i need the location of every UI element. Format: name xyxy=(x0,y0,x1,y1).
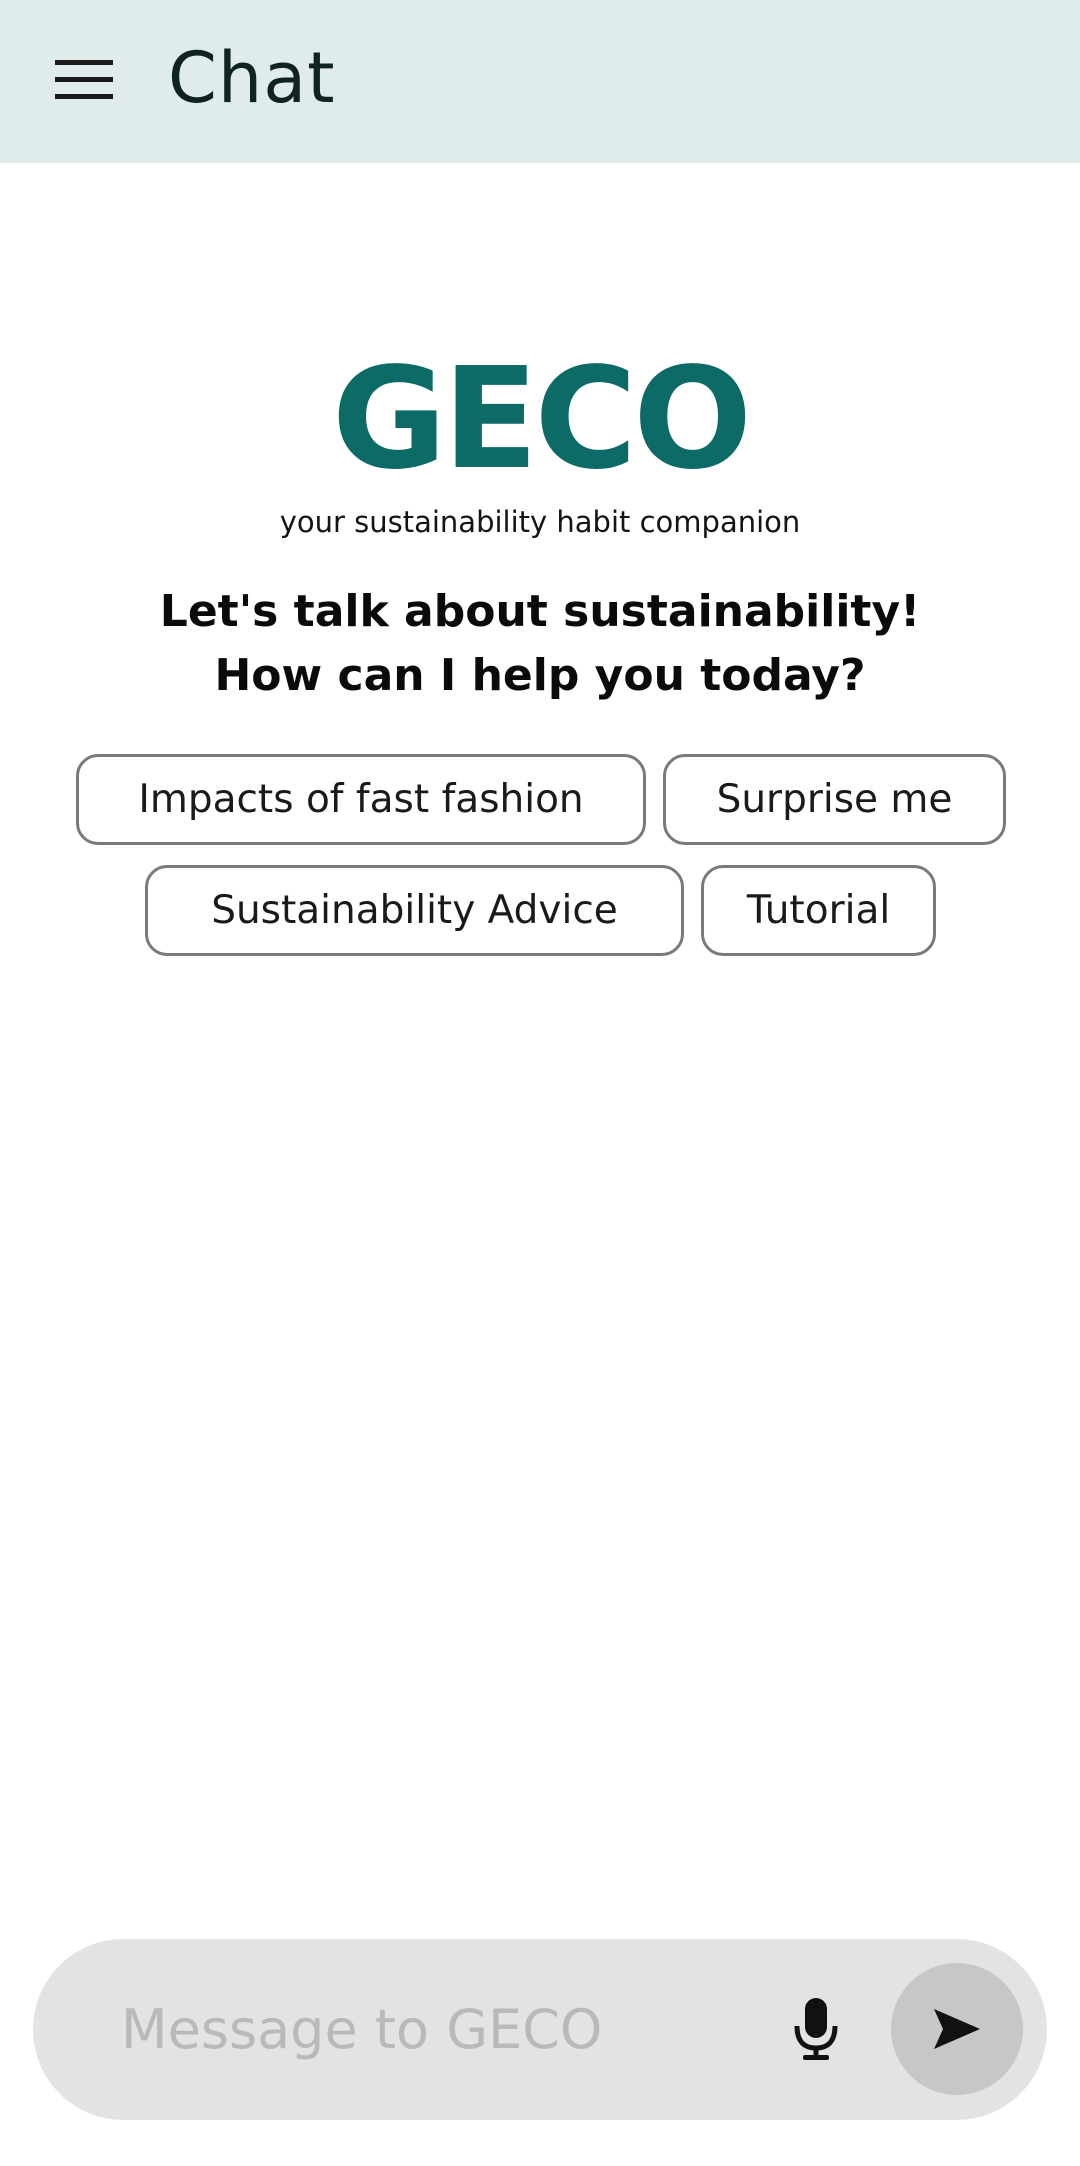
suggestion-chip-tutorial[interactable]: Tutorial xyxy=(701,865,936,956)
greeting-line-1: Let's talk about sustainability! xyxy=(159,586,921,637)
menu-button[interactable] xyxy=(40,40,128,120)
hamburger-menu-icon xyxy=(55,60,113,99)
send-icon xyxy=(934,2009,980,2049)
voice-input-button[interactable] xyxy=(775,1989,857,2071)
greeting-text: Let's talk about sustainability! How can… xyxy=(0,580,1080,708)
page-title: Chat xyxy=(168,37,336,119)
send-button[interactable] xyxy=(891,1963,1023,2095)
microphone-icon xyxy=(794,1998,838,2060)
message-composer xyxy=(33,1939,1047,2120)
message-input[interactable] xyxy=(121,1984,761,2074)
greeting-line-2: How can I help you today? xyxy=(214,650,866,701)
geco-logo: GECO xyxy=(331,338,752,501)
app-bar: Chat xyxy=(0,0,1080,163)
suggestion-chip-sustainability-advice[interactable]: Sustainability Advice xyxy=(145,865,684,956)
suggestion-chip-surprise-me[interactable]: Surprise me xyxy=(663,754,1006,845)
suggestion-chip-fast-fashion[interactable]: Impacts of fast fashion xyxy=(76,754,646,845)
logo-tagline: your sustainability habit companion xyxy=(279,505,801,539)
chat-screen: Chat GECO your sustainability habit comp… xyxy=(0,0,1080,2166)
